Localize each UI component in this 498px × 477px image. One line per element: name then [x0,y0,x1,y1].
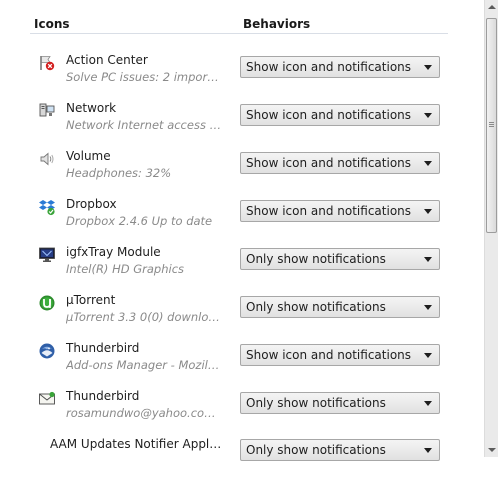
item-description: Network Internet access Uni... [66,118,222,132]
item-description: Solve PC issues: 2 important... [66,70,222,84]
notification-item-volume: Volume Headphones: 32% Show icon and not… [0,148,484,196]
behavior-dropdown[interactable]: Only show notifications [240,296,440,318]
behavior-value: Show icon and notifications [246,156,412,170]
item-name: AAM Updates Notifier Applicat... [50,437,224,451]
dropdown-arrow-icon [424,257,432,262]
notification-item-aam-updates: AAM Updates Notifier Applicat... Only sh… [0,429,484,477]
behavior-dropdown[interactable]: Only show notifications [240,392,440,414]
dropbox-icon [38,198,56,216]
notification-item-dropbox: Dropbox Dropbox 2.4.6 Up to date Show ic… [0,196,484,244]
behavior-value: Only show notifications [246,300,386,314]
behavior-dropdown[interactable]: Show icon and notifications [240,104,440,126]
item-name: Dropbox [66,197,117,211]
behavior-value: Show icon and notifications [246,60,412,74]
behavior-dropdown[interactable]: Show icon and notifications [240,200,440,222]
thunderbird-icon [38,342,56,360]
notification-item-igfxtray: igfxTray Module Intel(R) HD Graphics Onl… [0,244,484,292]
dropdown-arrow-icon [424,448,432,453]
behavior-value: Show icon and notifications [246,204,412,218]
item-description: Add-ons Manager - Mozilla ... [66,358,222,372]
grip-line [489,124,494,125]
grip-line [489,122,494,123]
icons-column-header: Icons [34,17,70,31]
behavior-value: Show icon and notifications [246,348,412,362]
item-name: Thunderbird [66,341,140,355]
action-center-flag-icon [38,54,56,72]
behavior-dropdown[interactable]: Only show notifications [240,439,440,461]
item-description: µTorrent 3.3 0(0) downloadi... [66,310,222,324]
item-name: µTorrent [66,293,116,307]
behavior-value: Only show notifications [246,252,386,266]
dropdown-arrow-icon [424,305,432,310]
item-description: rosamundwo@yahoo.com h... [66,406,222,420]
utorrent-icon [38,294,56,312]
header-divider [30,33,448,34]
dropdown-arrow-icon [424,353,432,358]
behavior-value: Only show notifications [246,443,386,457]
item-name: Action Center [66,53,148,67]
item-name: Network [66,101,117,115]
item-name: Thunderbird [66,389,140,403]
grip-line [489,126,494,127]
speaker-icon [38,150,56,168]
behaviors-column-header: Behaviors [243,17,311,31]
dropdown-arrow-icon [424,161,432,166]
behavior-value: Only show notifications [246,396,386,410]
item-name: Volume [66,149,111,163]
behavior-dropdown[interactable]: Only show notifications [240,248,440,270]
behavior-dropdown[interactable]: Show icon and notifications [240,152,440,174]
notification-item-action-center: Action Center Solve PC issues: 2 importa… [0,52,484,100]
dropdown-arrow-icon [424,113,432,118]
dropdown-arrow-icon [424,65,432,70]
notification-item-utorrent: µTorrent µTorrent 3.3 0(0) downloadi... … [0,292,484,340]
scroll-down-arrow-icon[interactable] [488,448,496,452]
behavior-value: Show icon and notifications [246,108,412,122]
dropdown-arrow-icon [424,209,432,214]
notification-item-thunderbird: Thunderbird Add-ons Manager - Mozilla ..… [0,340,484,388]
scrollbar-thumb[interactable] [486,18,497,233]
item-description: Intel(R) HD Graphics [66,262,185,276]
item-description: Dropbox 2.4.6 Up to date [66,214,213,228]
item-description: Headphones: 32% [66,166,172,180]
new-mail-icon [38,390,56,408]
notification-item-network: Network Network Internet access Uni... S… [0,100,484,148]
intel-graphics-monitor-icon [38,246,56,264]
behavior-dropdown[interactable]: Show icon and notifications [240,56,440,78]
dropdown-arrow-icon [424,401,432,406]
network-computer-icon [38,102,56,120]
scroll-up-arrow-icon[interactable] [488,5,496,9]
vertical-scrollbar[interactable] [484,0,498,457]
item-name: igfxTray Module [66,245,161,259]
behavior-dropdown[interactable]: Show icon and notifications [240,344,440,366]
